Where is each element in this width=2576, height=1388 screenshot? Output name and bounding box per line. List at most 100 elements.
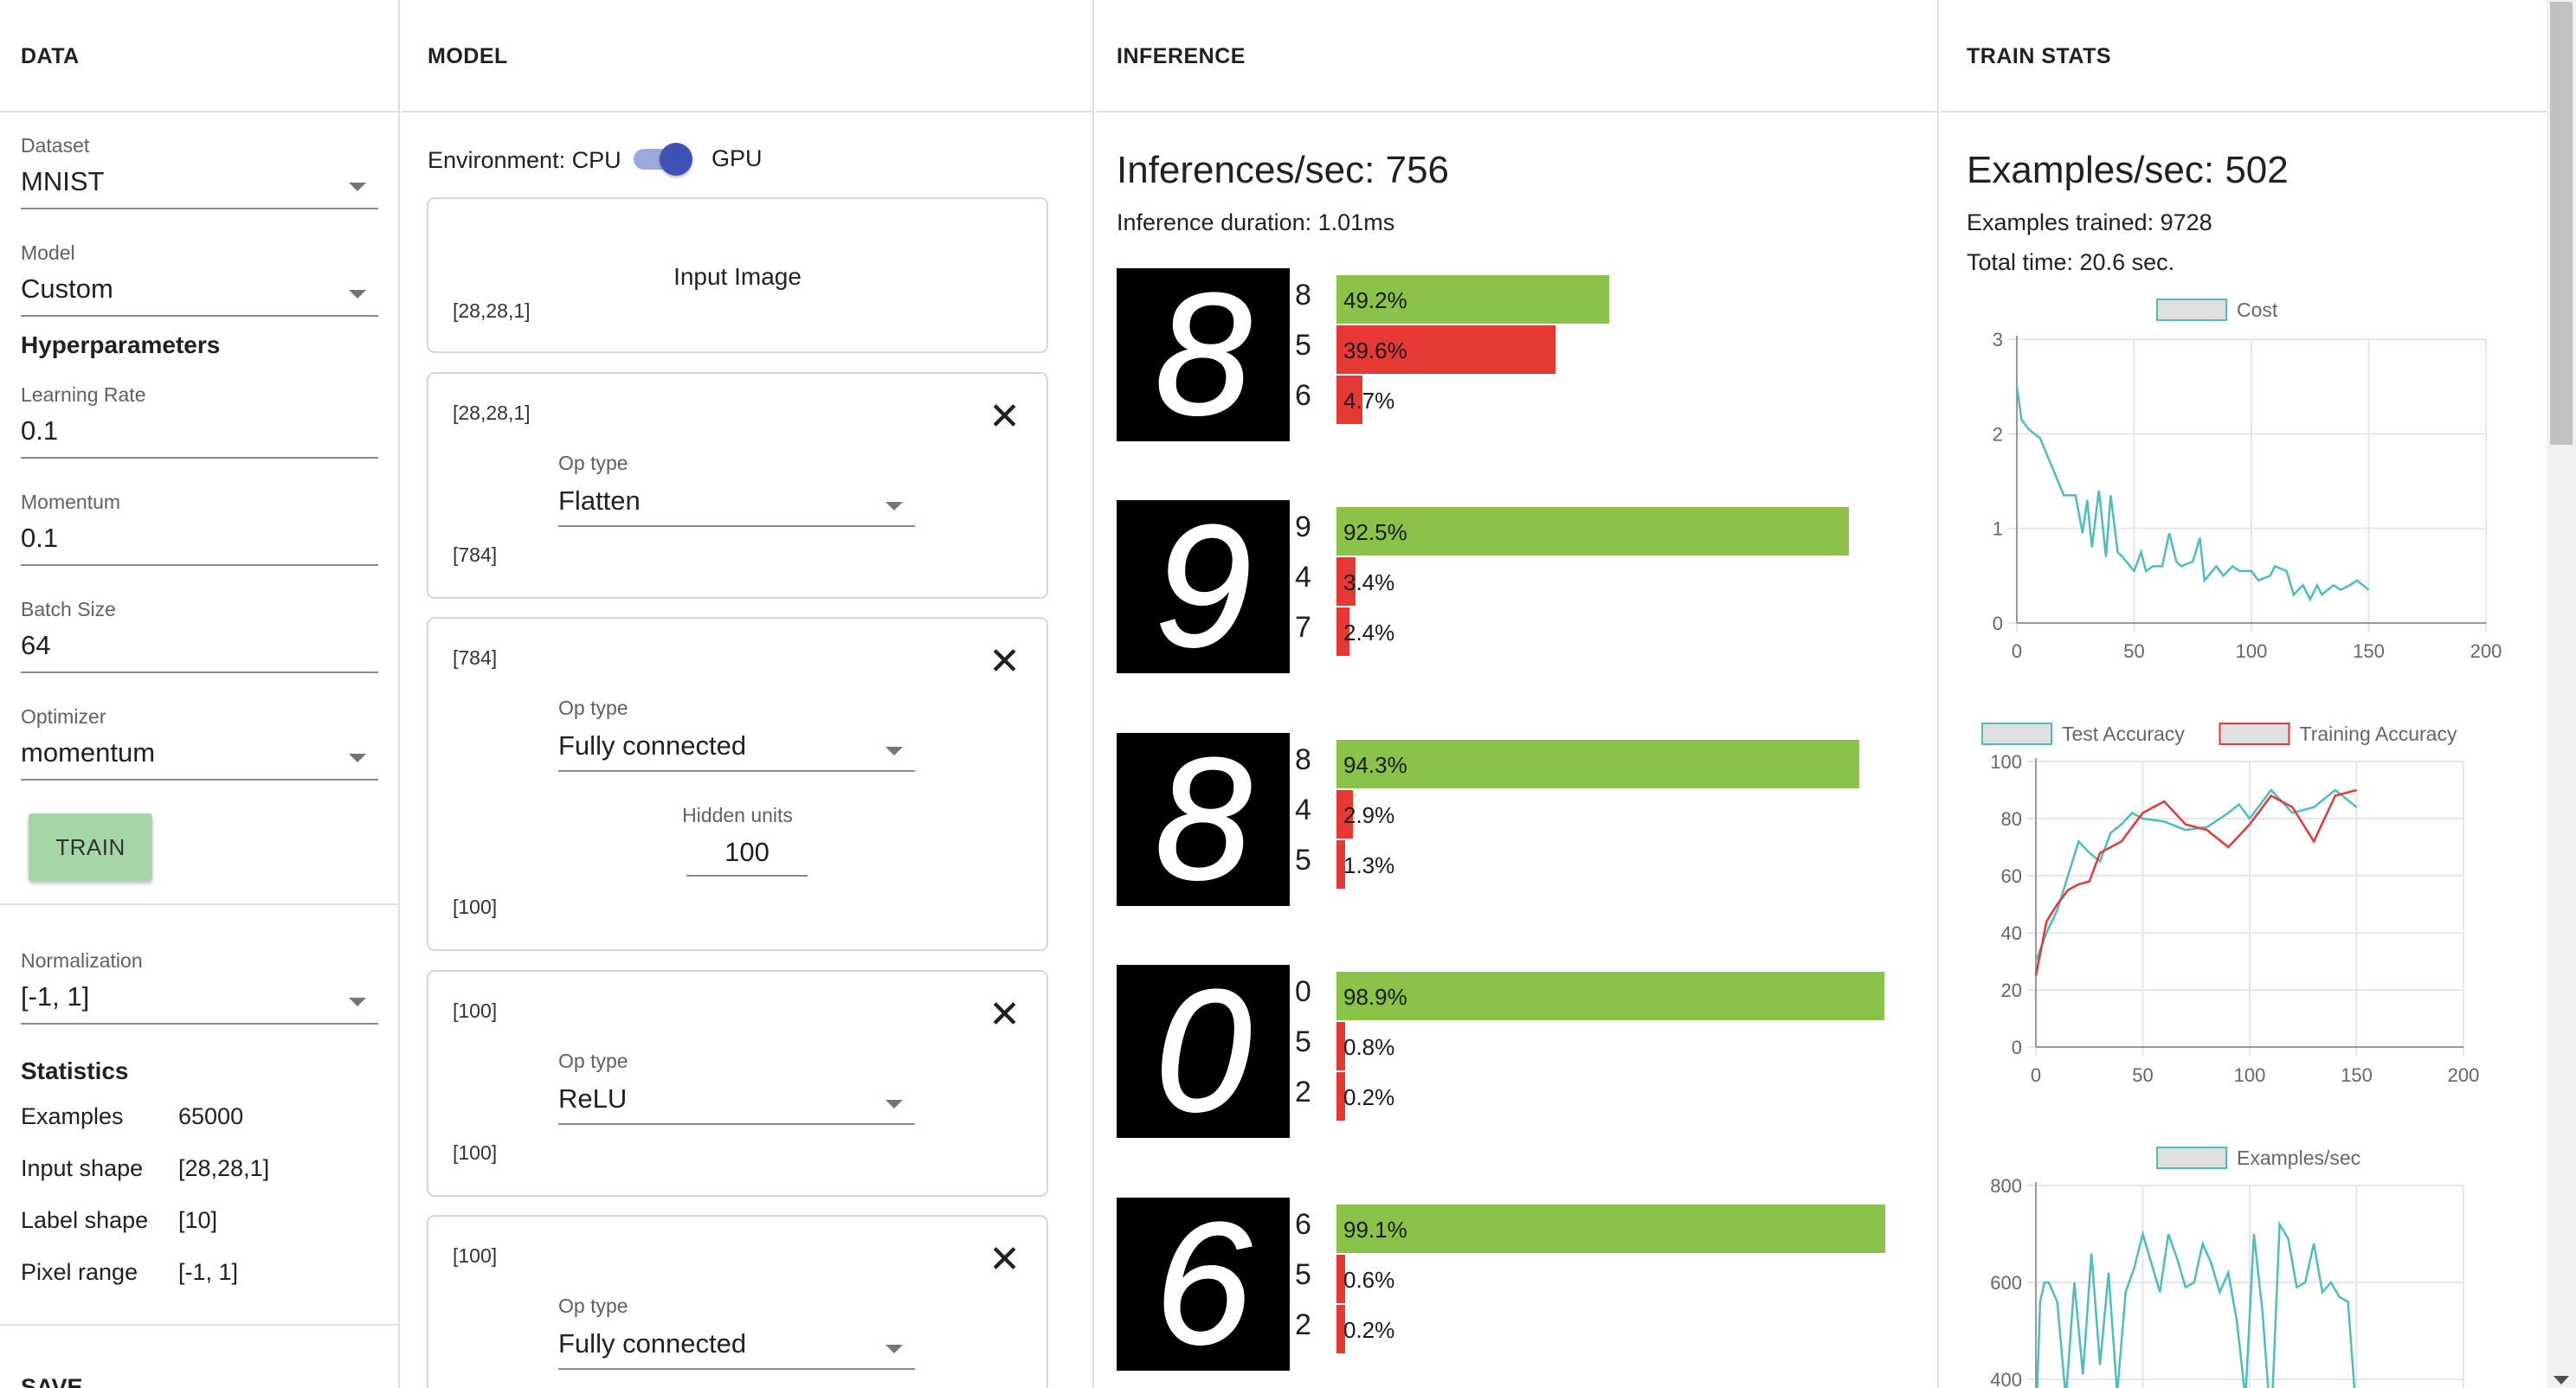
prediction-row: 2 0.2% (1295, 1072, 1935, 1121)
op-type-select[interactable]: Op type Fully connected (558, 1295, 915, 1370)
model-value-text: Custom (21, 273, 113, 304)
prediction-percent: 0.2% (1343, 1084, 1395, 1110)
prediction-percent: 3.4% (1343, 569, 1395, 595)
divider (0, 903, 398, 905)
train-button[interactable]: TRAIN (29, 813, 152, 881)
dataset-select[interactable]: Dataset MNIST (21, 134, 378, 209)
prediction-label: 5 (1295, 1258, 1311, 1291)
digit-image: 0 (1117, 954, 1290, 1148)
op-type-select[interactable]: Op type Flatten (558, 452, 915, 527)
train-charts: 0 1 2 3 0 50 100 150 200 Cost 0 20 40 60 80 100 0 50 100 15… (1981, 299, 2502, 1388)
op-type-select[interactable]: Op type ReLU (558, 1050, 915, 1125)
model-column-header: MODEL (402, 0, 1092, 112)
model-select[interactable]: Model Custom (21, 241, 378, 317)
input-image-card: Input Image [28,28,1] (427, 197, 1048, 353)
prediction-bar (1336, 507, 1849, 556)
prediction-label: 2 (1295, 1076, 1311, 1108)
y-tick-label: 600 (1990, 1272, 2022, 1294)
prediction-label: 5 (1295, 844, 1311, 877)
stat-row: Examples 65000 (21, 1103, 243, 1130)
batch-size-input[interactable]: 64 (21, 630, 378, 673)
close-icon[interactable]: ✕ (989, 643, 1021, 681)
scrollbar[interactable] (2547, 0, 2576, 1388)
x-tick-label: 0 (2012, 640, 2022, 662)
layer-card: [784] ✕ Op type Fully connected Hidden u… (427, 617, 1048, 951)
stat-key: Examples (21, 1103, 124, 1129)
prediction-label: 5 (1295, 329, 1311, 362)
close-icon[interactable]: ✕ (989, 1241, 1021, 1279)
optimizer-value[interactable]: momentum (21, 737, 378, 781)
hidden-units-input[interactable]: 100 (686, 837, 808, 877)
scroll-down-icon[interactable] (2553, 1376, 2569, 1385)
close-icon[interactable]: ✕ (989, 996, 1021, 1034)
prediction-label: 6 (1295, 1208, 1311, 1241)
chevron-down-icon[interactable] (349, 290, 366, 299)
statistics-title: Statistics (21, 1057, 129, 1084)
op-type-value-text: ReLU (558, 1083, 628, 1114)
y-tick-label: 0 (1993, 613, 2003, 634)
momentum-input[interactable]: 0.1 (21, 523, 378, 566)
prediction-percent: 4.7% (1343, 388, 1395, 414)
normalization-select[interactable]: Normalization [-1, 1] (21, 949, 378, 1025)
legend-swatch (2156, 299, 2227, 321)
inference-column-header: INFERENCE (1096, 0, 1937, 112)
chevron-down-icon[interactable] (886, 1100, 903, 1108)
prediction-row: 4 2.9% (1295, 790, 1935, 839)
op-type-select[interactable]: Op type Fully connected (558, 697, 915, 772)
chevron-down-icon[interactable] (349, 754, 366, 762)
scrollbar-thumb[interactable] (2550, 2, 2573, 445)
learning-rate-label: Learning Rate (21, 383, 146, 406)
op-type-value[interactable]: Flatten (558, 485, 915, 527)
op-type-value[interactable]: Fully connected (558, 1328, 915, 1370)
prediction-row: 0 98.9% (1295, 972, 1935, 1020)
toggle-knob[interactable] (660, 143, 692, 176)
chevron-down-icon[interactable] (886, 747, 903, 755)
stat-key: Label shape (21, 1207, 149, 1233)
environment-label: Environment: CPU (428, 147, 621, 173)
dataset-label: Dataset (21, 134, 90, 157)
y-tick-label: 3 (1993, 329, 2003, 350)
learning-rate-input[interactable]: 0.1 (21, 415, 378, 459)
prediction-percent: 94.3% (1343, 752, 1407, 778)
op-type-label: Op type (558, 697, 628, 719)
x-tick-label: 50 (2123, 640, 2144, 662)
digit-image: 9 (1117, 489, 1290, 684)
learning-rate-field[interactable]: Learning Rate 0.1 (21, 383, 378, 459)
model-value[interactable]: Custom (21, 273, 378, 317)
dataset-value[interactable]: MNIST (21, 166, 378, 209)
normalization-value[interactable]: [-1, 1] (21, 981, 378, 1025)
normalization-value-text: [-1, 1] (21, 981, 90, 1012)
chevron-down-icon[interactable] (349, 998, 366, 1006)
inference-item: 0 0 98.9% 5 0.8% 2 0.2% (1117, 954, 1937, 1148)
prediction-percent: 98.9% (1343, 984, 1407, 1010)
prediction-row: 5 0.8% (1295, 1022, 1935, 1070)
prediction-percent: 0.6% (1343, 1267, 1395, 1293)
prediction-row: 4 3.4% (1295, 557, 1935, 606)
gpu-toggle[interactable] (630, 142, 692, 177)
stat-value: 65000 (178, 1103, 244, 1129)
chevron-down-icon[interactable] (886, 502, 903, 511)
legend-swatch (1981, 723, 2052, 745)
momentum-label: Momentum (21, 491, 121, 513)
chevron-down-icon[interactable] (886, 1345, 903, 1353)
digit-glyph: 0 (1155, 965, 1251, 1138)
series-line (2015, 386, 2370, 602)
batch-size-field[interactable]: Batch Size 64 (21, 598, 378, 673)
legend-swatch (2156, 1147, 2227, 1169)
prediction-percent: 39.6% (1343, 337, 1407, 363)
op-type-value[interactable]: Fully connected (558, 730, 915, 772)
optimizer-select[interactable]: Optimizer momentum (21, 705, 378, 781)
momentum-field[interactable]: Momentum 0.1 (21, 491, 378, 566)
inferences-per-sec: Inferences/sec: 756 (1117, 149, 1450, 191)
layer-in-shape: [784] (453, 646, 498, 669)
op-type-value[interactable]: ReLU (558, 1083, 915, 1125)
chevron-down-icon[interactable] (349, 183, 366, 191)
y-tick-label: 800 (1990, 1175, 2022, 1197)
x-tick-label: 100 (2236, 640, 2268, 662)
inference-duration: Inference duration: 1.01ms (1117, 209, 1395, 235)
prediction-row: 8 94.3% (1295, 740, 1935, 788)
close-icon[interactable]: ✕ (989, 398, 1021, 436)
hyperparameters-title: Hyperparameters (21, 331, 221, 358)
x-tick-label: 200 (2470, 640, 2502, 662)
normalization-label: Normalization (21, 949, 143, 972)
